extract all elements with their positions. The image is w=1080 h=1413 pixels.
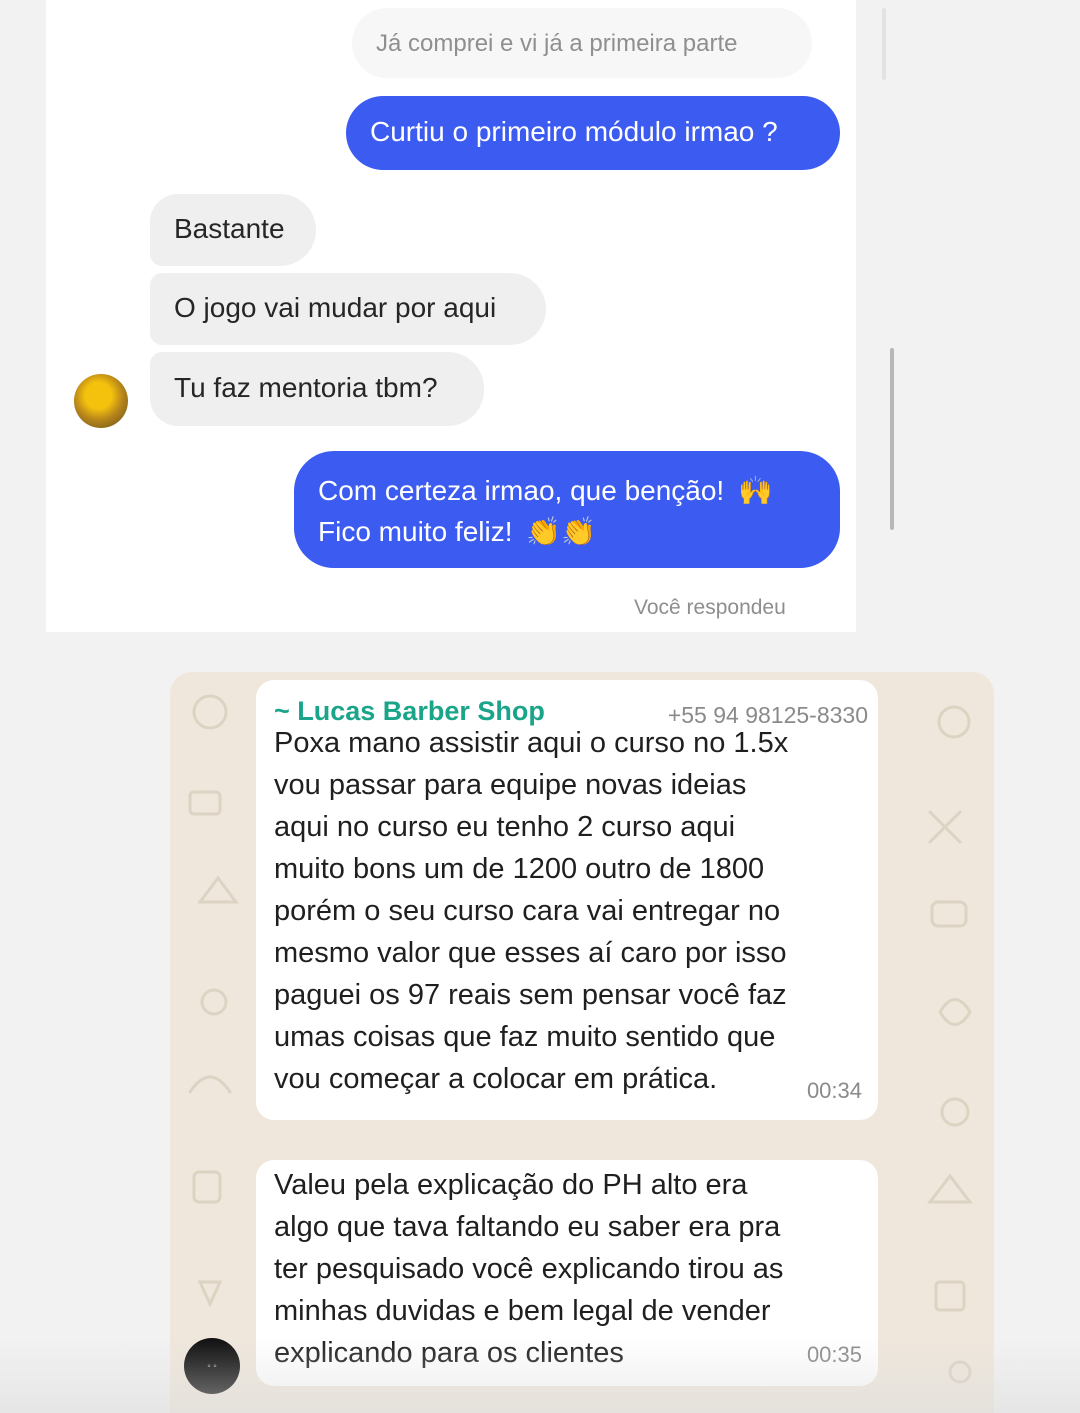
received-message[interactable]: Já comprei e vi já a primeira parte [352,8,812,78]
sender-name[interactable]: ~ Lucas Barber Shop [274,690,545,732]
message-header: ~ Lucas Barber Shop +55 94 98125-8330 [274,684,868,728]
whatsapp-chat-panel: ~ Lucas Barber Shop +55 94 98125-8330 Po… [170,672,994,1413]
received-message[interactable]: ~ Lucas Barber Shop +55 94 98125-8330 Po… [256,680,878,1120]
sender-phone: +55 94 98125-8330 [667,702,868,728]
message-text: Bastante [174,213,285,244]
avatar[interactable] [74,374,128,428]
message-text: Já comprei e vi já a primeira parte [376,30,738,57]
message-timestamp: 00:35 [806,1342,862,1367]
message-text: Tu faz mentoria tbm? [174,372,438,403]
reply-status: Você respondeu [634,596,786,619]
avatar[interactable]: ◦ ◦ [184,1338,240,1394]
message-text: O jogo vai mudar por aqui [174,292,497,323]
message-text: Fico muito feliz! [318,516,513,547]
received-message[interactable]: O jogo vai mudar por aqui [150,273,546,345]
received-message[interactable]: Valeu pela explicação do PH alto era alg… [256,1160,878,1386]
scrollbar-track[interactable] [882,8,886,80]
message-text: Poxa mano assistir aqui o curso no 1.5x … [274,727,789,1095]
message-timestamp: 00:34 [806,1078,862,1103]
received-message[interactable]: Tu faz mentoria tbm? [150,352,484,426]
sent-message[interactable]: Curtiu o primeiro módulo irmao ? [346,96,840,170]
clapping-hands-icon: 👏👏 [526,516,597,547]
avatar-logo-icon: ◦ ◦ [207,1360,217,1372]
message-text: Com certeza irmao, que benção! [318,475,725,506]
message-text: Valeu pela explicação do PH alto era alg… [274,1169,784,1369]
instagram-chat-panel: Já comprei e vi já a primeira parte Curt… [46,0,894,632]
sent-message[interactable]: Com certeza irmao, que benção! 🙌 Fico mu… [294,451,840,568]
received-message[interactable]: Bastante [150,194,316,266]
raised-hands-icon: 🙌 [738,475,773,506]
scrollbar-thumb[interactable] [890,348,894,530]
message-text: Curtiu o primeiro módulo irmao ? [370,116,778,147]
